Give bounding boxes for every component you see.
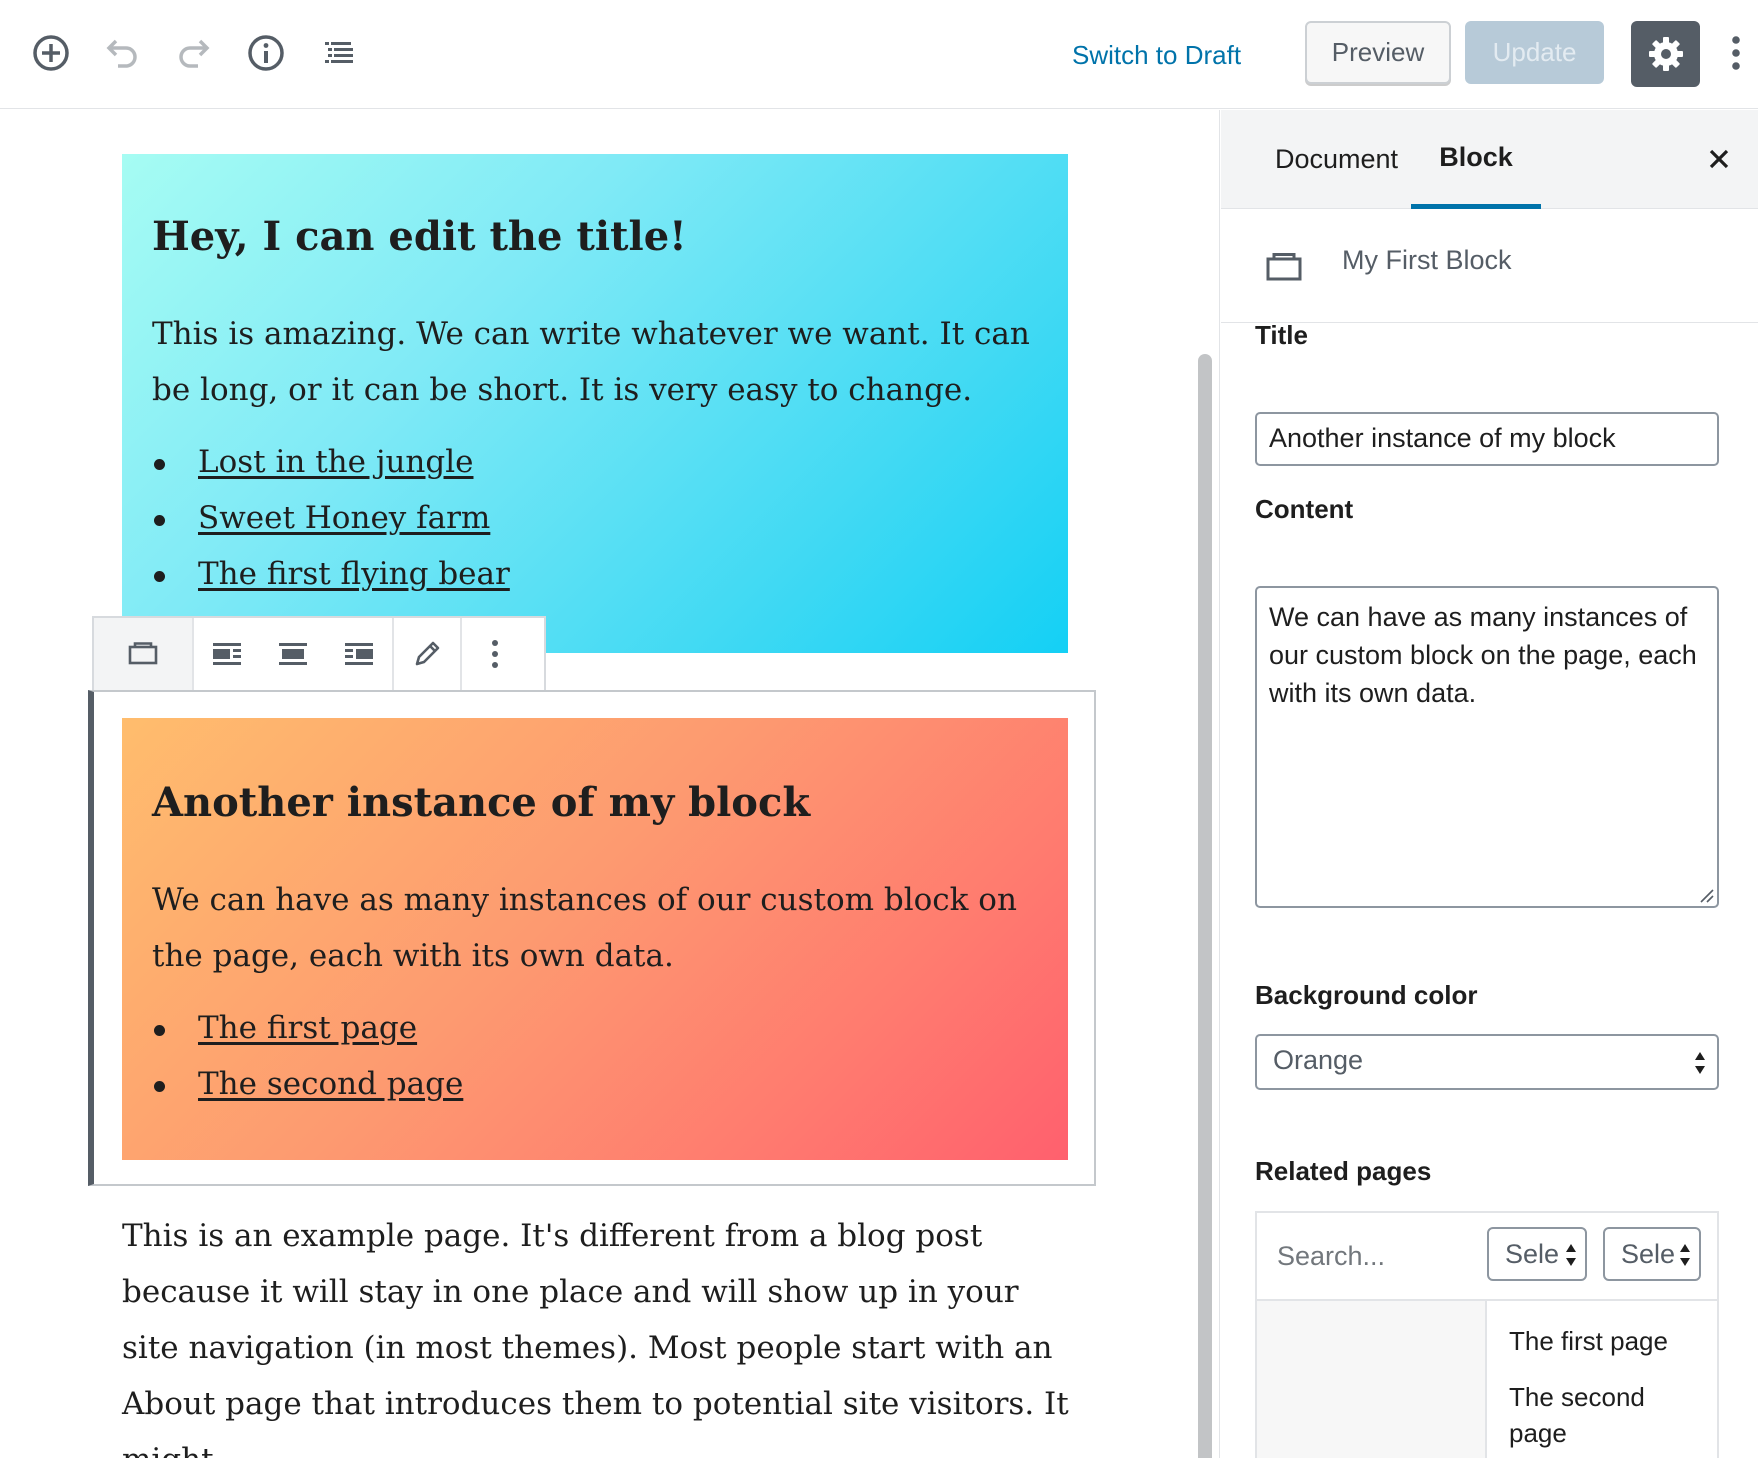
filter-value: Sele bbox=[1621, 1239, 1676, 1269]
block-card-name: My First Block bbox=[1342, 245, 1512, 275]
content-text: We can have as many instances of our cus… bbox=[1269, 602, 1697, 708]
gear-icon bbox=[1648, 37, 1683, 71]
tab-document[interactable]: Document bbox=[1255, 110, 1418, 209]
preview-button[interactable]: Preview bbox=[1305, 21, 1451, 84]
background-color-value: Orange bbox=[1273, 1045, 1364, 1075]
select-arrows-icon bbox=[1695, 1052, 1705, 1074]
list-item: The first page bbox=[152, 1000, 1038, 1056]
settings-button[interactable] bbox=[1631, 21, 1700, 87]
resize-handle-icon[interactable] bbox=[1697, 886, 1715, 904]
list-item: Lost in the jungle bbox=[152, 434, 1038, 490]
info-icon[interactable] bbox=[238, 25, 294, 81]
redo-icon[interactable] bbox=[166, 25, 222, 81]
custom-block-cyan[interactable]: Hey, I can edit the title! This is amazi… bbox=[122, 154, 1068, 653]
content-textarea[interactable]: We can have as many instances of our cus… bbox=[1255, 586, 1719, 908]
block-card-icon[interactable] bbox=[94, 618, 192, 690]
related-pages-label: Related pages bbox=[1255, 1156, 1432, 1186]
background-color-select[interactable]: Orange bbox=[1255, 1034, 1719, 1090]
list-item: The second page bbox=[152, 1056, 1038, 1112]
settings-sidebar: Document Block My First Block Title Anot… bbox=[1221, 110, 1758, 1458]
page-link[interactable]: The second page bbox=[198, 1066, 463, 1102]
paragraph-block[interactable]: This is an example page. It's different … bbox=[122, 1208, 1082, 1458]
related-pages-selector: Search... Sele Sele The first page The s… bbox=[1255, 1211, 1719, 1458]
update-button[interactable]: Update bbox=[1465, 21, 1604, 84]
editor-header: Switch to Draft Preview Update bbox=[0, 0, 1758, 109]
align-right-icon[interactable] bbox=[326, 618, 392, 690]
related-search-input[interactable]: Search... bbox=[1277, 1241, 1385, 1272]
undo-icon[interactable] bbox=[94, 25, 150, 81]
title-field[interactable]: Another instance of my block bbox=[1255, 412, 1719, 466]
pencil-icon[interactable] bbox=[394, 618, 460, 690]
background-color-label: Background color bbox=[1255, 980, 1478, 1010]
block-switcher-group bbox=[94, 618, 194, 690]
title-label: Title bbox=[1255, 320, 1308, 350]
block-content[interactable]: We can have as many instances of our cus… bbox=[152, 872, 1038, 984]
align-left-icon[interactable] bbox=[194, 618, 260, 690]
alignment-group bbox=[194, 618, 394, 690]
plus-circle-icon[interactable] bbox=[23, 25, 79, 81]
list-item[interactable]: The second page bbox=[1509, 1379, 1709, 1451]
related-selected-list: The first page The second page bbox=[1509, 1323, 1709, 1458]
block-toolbar bbox=[92, 616, 546, 690]
block-card-icon bbox=[1266, 253, 1302, 281]
block-links: Lost in the jungle Sweet Honey farm The … bbox=[152, 434, 1038, 602]
page-link[interactable]: The first flying bear bbox=[198, 556, 510, 592]
select-arrows-icon bbox=[1566, 1244, 1576, 1266]
scrollbar-thumb[interactable] bbox=[1198, 354, 1212, 1458]
sidebar-tabs: Document Block bbox=[1221, 110, 1758, 209]
more-group bbox=[462, 618, 528, 690]
content-label: Content bbox=[1255, 494, 1354, 524]
edit-group bbox=[394, 618, 462, 690]
filter-value: Sele bbox=[1505, 1239, 1560, 1269]
page-link[interactable]: The first page bbox=[198, 1010, 417, 1046]
editor-scrollbar[interactable] bbox=[1190, 110, 1220, 1458]
page-link[interactable]: Sweet Honey farm bbox=[198, 500, 490, 536]
more-vertical-icon[interactable] bbox=[462, 618, 528, 690]
tab-block[interactable]: Block bbox=[1411, 110, 1541, 209]
switch-to-draft-button[interactable]: Switch to Draft bbox=[1060, 30, 1253, 80]
block-title[interactable]: Another instance of my block bbox=[152, 778, 1038, 828]
custom-block-orange[interactable]: Another instance of my block We can have… bbox=[122, 718, 1068, 1160]
select-arrows-icon bbox=[1680, 1244, 1690, 1266]
list-outline-icon[interactable] bbox=[311, 25, 367, 81]
align-center-icon[interactable] bbox=[260, 618, 326, 690]
block-content[interactable]: This is amazing. We can write whatever w… bbox=[152, 306, 1038, 418]
related-filter-select[interactable]: Sele bbox=[1487, 1227, 1587, 1281]
more-vertical-icon[interactable] bbox=[1716, 25, 1756, 81]
list-item[interactable]: The first page bbox=[1509, 1323, 1709, 1359]
list-item: Sweet Honey farm bbox=[152, 490, 1038, 546]
list-item: The first flying bear bbox=[152, 546, 1038, 602]
editor-canvas: Hey, I can edit the title! This is amazi… bbox=[0, 110, 1190, 1458]
close-icon[interactable] bbox=[1692, 132, 1746, 186]
related-source-list[interactable] bbox=[1257, 1301, 1487, 1458]
page-link[interactable]: Lost in the jungle bbox=[198, 444, 473, 480]
block-links: The first page The second page bbox=[152, 1000, 1038, 1112]
related-sort-select[interactable]: Sele bbox=[1603, 1227, 1701, 1281]
block-title[interactable]: Hey, I can edit the title! bbox=[152, 212, 1038, 262]
block-card: My First Block bbox=[1221, 209, 1758, 323]
